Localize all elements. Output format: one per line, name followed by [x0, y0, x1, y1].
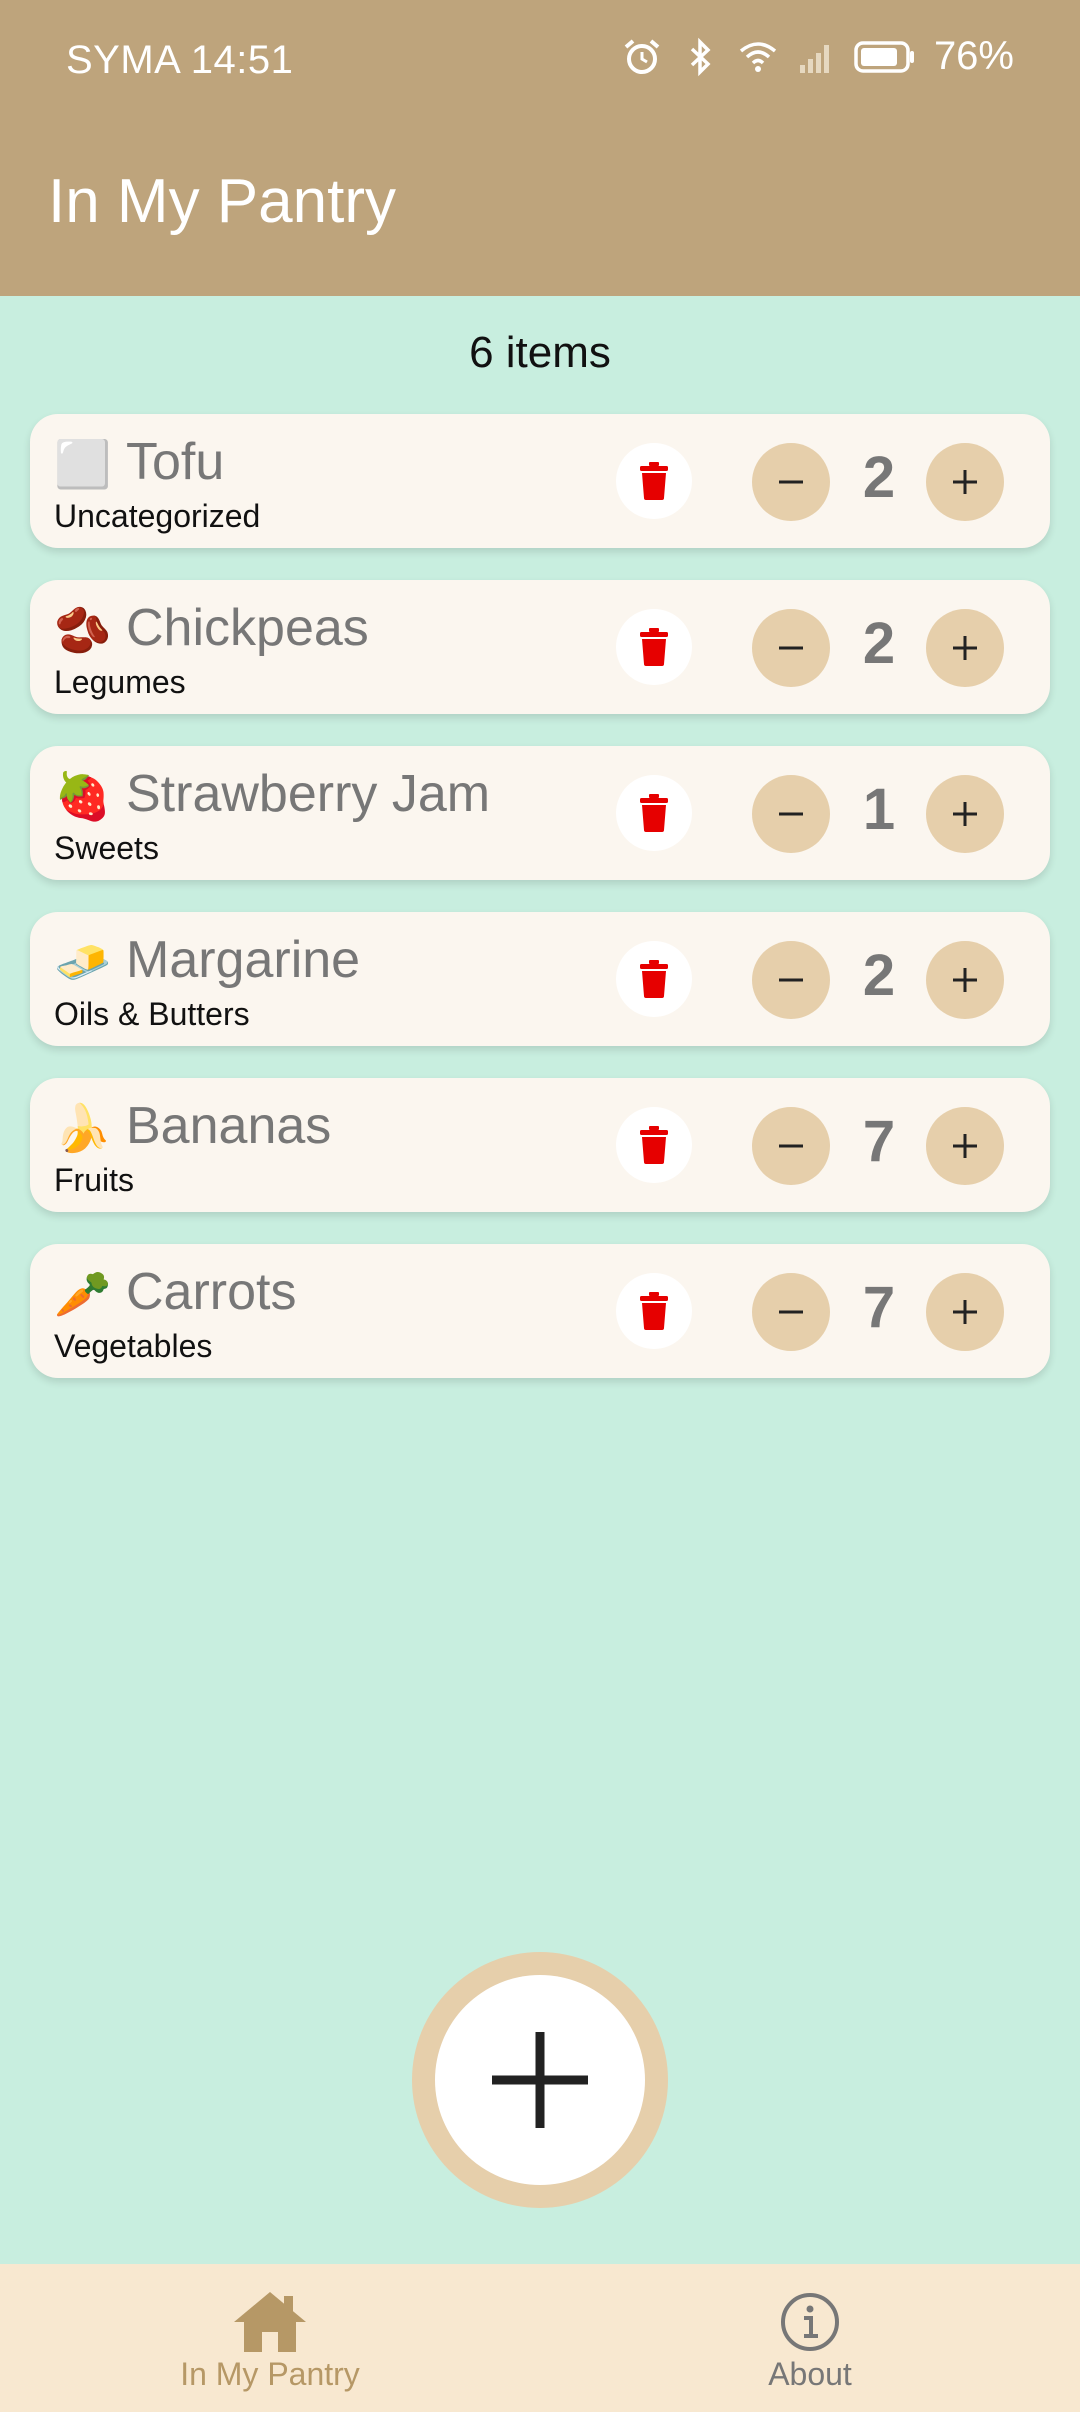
- item-quantity: 7: [862, 1275, 896, 1340]
- increase-quantity-button[interactable]: [926, 775, 1004, 853]
- info-icon: [781, 2293, 839, 2351]
- decrease-quantity-button[interactable]: [752, 1107, 830, 1185]
- item-emoji-icon: 🥕: [54, 1268, 112, 1320]
- page-title: In My Pantry: [48, 167, 396, 236]
- item-category: Fruits: [54, 1162, 134, 1198]
- plus-icon: [953, 1300, 977, 1324]
- bottom-navigation: In My Pantry About: [0, 2264, 1080, 2412]
- item-name: Strawberry Jam: [126, 765, 491, 823]
- item-emoji-icon: 🍓: [54, 770, 112, 822]
- plus-icon: [953, 802, 977, 826]
- pantry-item-card[interactable]: 🍓 Strawberry Jam Sweets 1: [30, 746, 1050, 880]
- add-icon: [492, 2032, 588, 2128]
- delete-button[interactable]: [616, 1107, 692, 1183]
- pantry-item-card[interactable]: 🧈 Margarine Oils & Butters 2: [30, 912, 1050, 1046]
- item-name: Carrots: [126, 1263, 297, 1321]
- delete-button[interactable]: [616, 609, 692, 685]
- plus-icon: [953, 636, 977, 660]
- trash-icon: [640, 1292, 668, 1330]
- item-emoji-icon: 🧈: [54, 936, 112, 988]
- status-bar: SYMA 14:51 76%: [0, 0, 1080, 120]
- minus-icon: [779, 978, 803, 982]
- decrease-quantity-button[interactable]: [752, 1273, 830, 1351]
- item-name: Margarine: [126, 931, 361, 989]
- minus-icon: [779, 1310, 803, 1314]
- item-quantity: 2: [862, 943, 896, 1008]
- minus-icon: [779, 1144, 803, 1148]
- trash-icon: [640, 1126, 668, 1164]
- decrease-quantity-button[interactable]: [752, 609, 830, 687]
- item-emoji-icon: 🫘: [54, 604, 112, 656]
- battery-icon: [854, 40, 914, 73]
- increase-quantity-button[interactable]: [926, 1273, 1004, 1351]
- item-quantity: 2: [862, 445, 896, 510]
- status-icons: 76%: [622, 34, 1014, 79]
- delete-button[interactable]: [616, 1273, 692, 1349]
- item-category: Sweets: [54, 830, 159, 866]
- nav-label-in-my-pantry: In My Pantry: [180, 2356, 360, 2392]
- delete-button[interactable]: [616, 443, 692, 519]
- item-category: Vegetables: [54, 1328, 213, 1364]
- carrier-time: SYMA 14:51: [66, 38, 294, 82]
- signal-icon: [799, 44, 829, 73]
- item-quantity: 7: [862, 1109, 896, 1174]
- item-name: Chickpeas: [126, 599, 369, 657]
- items-count: 6 items: [469, 328, 611, 377]
- item-category: Uncategorized: [54, 498, 261, 534]
- nav-item-about[interactable]: About: [540, 2264, 1080, 2412]
- increase-quantity-button[interactable]: [926, 443, 1004, 521]
- decrease-quantity-button[interactable]: [752, 941, 830, 1019]
- plus-icon: [953, 1134, 977, 1158]
- plus-icon: [953, 470, 977, 494]
- item-emoji-icon: 🍌: [54, 1102, 112, 1154]
- minus-icon: [779, 480, 803, 484]
- delete-button[interactable]: [616, 775, 692, 851]
- pantry-list: ⬜ Tofu Uncategorized 2 🫘 Chickpeas Legum…: [30, 414, 1050, 1410]
- pantry-item-card[interactable]: ⬜ Tofu Uncategorized 2: [30, 414, 1050, 548]
- trash-icon: [640, 960, 668, 998]
- minus-icon: [779, 646, 803, 650]
- plus-icon: [953, 968, 977, 992]
- increase-quantity-button[interactable]: [926, 609, 1004, 687]
- trash-icon: [640, 462, 668, 500]
- pantry-item-card[interactable]: 🥕 Carrots Vegetables 7: [30, 1244, 1050, 1378]
- decrease-quantity-button[interactable]: [752, 775, 830, 853]
- pantry-item-card[interactable]: 🍌 Bananas Fruits 7: [30, 1078, 1050, 1212]
- delete-button[interactable]: [616, 941, 692, 1017]
- pantry-item-card[interactable]: 🫘 Chickpeas Legumes 2: [30, 580, 1050, 714]
- item-category: Oils & Butters: [54, 996, 250, 1032]
- battery-percentage: 76%: [933, 34, 1014, 78]
- minus-icon: [779, 812, 803, 816]
- item-quantity: 2: [862, 611, 896, 676]
- nav-label-about: About: [768, 2356, 852, 2392]
- item-emoji-icon: ⬜: [54, 438, 112, 490]
- alarm-icon: [624, 38, 660, 74]
- wifi-icon: [739, 41, 777, 72]
- item-name: Bananas: [126, 1097, 332, 1155]
- trash-icon: [640, 794, 668, 832]
- bluetooth-icon: [690, 37, 711, 76]
- increase-quantity-button[interactable]: [926, 941, 1004, 1019]
- item-name: Tofu: [126, 433, 225, 491]
- nav-item-in-my-pantry[interactable]: In My Pantry: [0, 2264, 540, 2412]
- item-category: Legumes: [54, 664, 186, 700]
- item-quantity: 1: [862, 777, 896, 842]
- decrease-quantity-button[interactable]: [752, 443, 830, 521]
- trash-icon: [640, 628, 668, 666]
- add-item-button[interactable]: [435, 1975, 645, 2185]
- app-header: SYMA 14:51 76% In My Pantry: [0, 0, 1080, 296]
- increase-quantity-button[interactable]: [926, 1107, 1004, 1185]
- home-icon: [234, 2292, 306, 2352]
